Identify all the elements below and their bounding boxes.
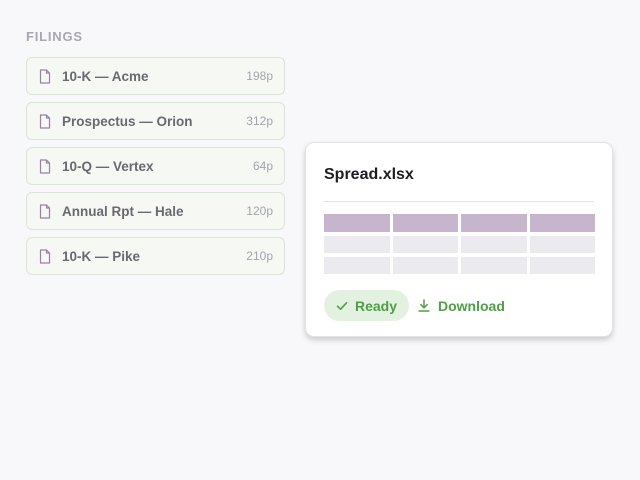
document-icon <box>39 113 51 129</box>
page-count: 312p <box>246 114 273 128</box>
filing-item[interactable]: Annual Rpt — Hale 120p <box>26 192 285 230</box>
sheet-header-cell <box>392 214 458 232</box>
sheet-cell <box>461 257 527 274</box>
page-count: 120p <box>246 204 273 218</box>
filing-name: 10-K — Acme <box>62 68 149 84</box>
sheet-cell <box>324 236 390 253</box>
file-preview-card: Spread.xlsx Ready Download <box>305 142 613 337</box>
download-label: Download <box>438 297 505 314</box>
download-button[interactable]: Download <box>418 290 505 321</box>
filing-list: 10-K — Acme 198p Prospectus — Orion 312p… <box>26 57 285 282</box>
preview-file-name: Spread.xlsx <box>324 166 414 183</box>
filing-item[interactable]: 10-K — Pike 210p <box>26 237 285 275</box>
sheet-cell <box>392 257 458 274</box>
page-count: 64p <box>252 159 273 173</box>
filing-name: 10-Q — Vertex <box>62 158 154 174</box>
filing-item[interactable]: 10-Q — Vertex 64p <box>26 147 285 185</box>
spreadsheet-thumbnail <box>324 214 595 274</box>
page-count: 198p <box>246 69 273 83</box>
download-icon <box>418 299 430 312</box>
sheet-cell <box>529 236 595 253</box>
document-icon <box>39 158 51 174</box>
sheet-cell <box>461 236 527 253</box>
sheet-cell <box>324 257 390 274</box>
document-icon <box>39 203 51 219</box>
sheet-cell <box>392 236 458 253</box>
status-badge: Ready <box>324 290 410 321</box>
sheet-header-cell <box>529 214 595 232</box>
filing-name: Prospectus — Orion <box>62 113 193 129</box>
divider <box>324 201 594 202</box>
sheet-header-cell <box>461 214 527 232</box>
document-icon <box>39 68 51 84</box>
check-icon <box>336 300 348 312</box>
sheet-cell <box>529 257 595 274</box>
page-count: 210p <box>246 249 273 263</box>
filing-item[interactable]: Prospectus — Orion 312p <box>26 102 285 140</box>
document-icon <box>39 248 51 264</box>
filing-name: 10-K — Pike <box>62 248 141 264</box>
sheet-header-cell <box>324 214 390 232</box>
filings-heading: FILINGS <box>26 29 83 44</box>
filing-item[interactable]: 10-K — Acme 198p <box>26 57 285 95</box>
filing-name: Annual Rpt — Hale <box>62 203 184 219</box>
status-label: Ready <box>355 297 398 314</box>
